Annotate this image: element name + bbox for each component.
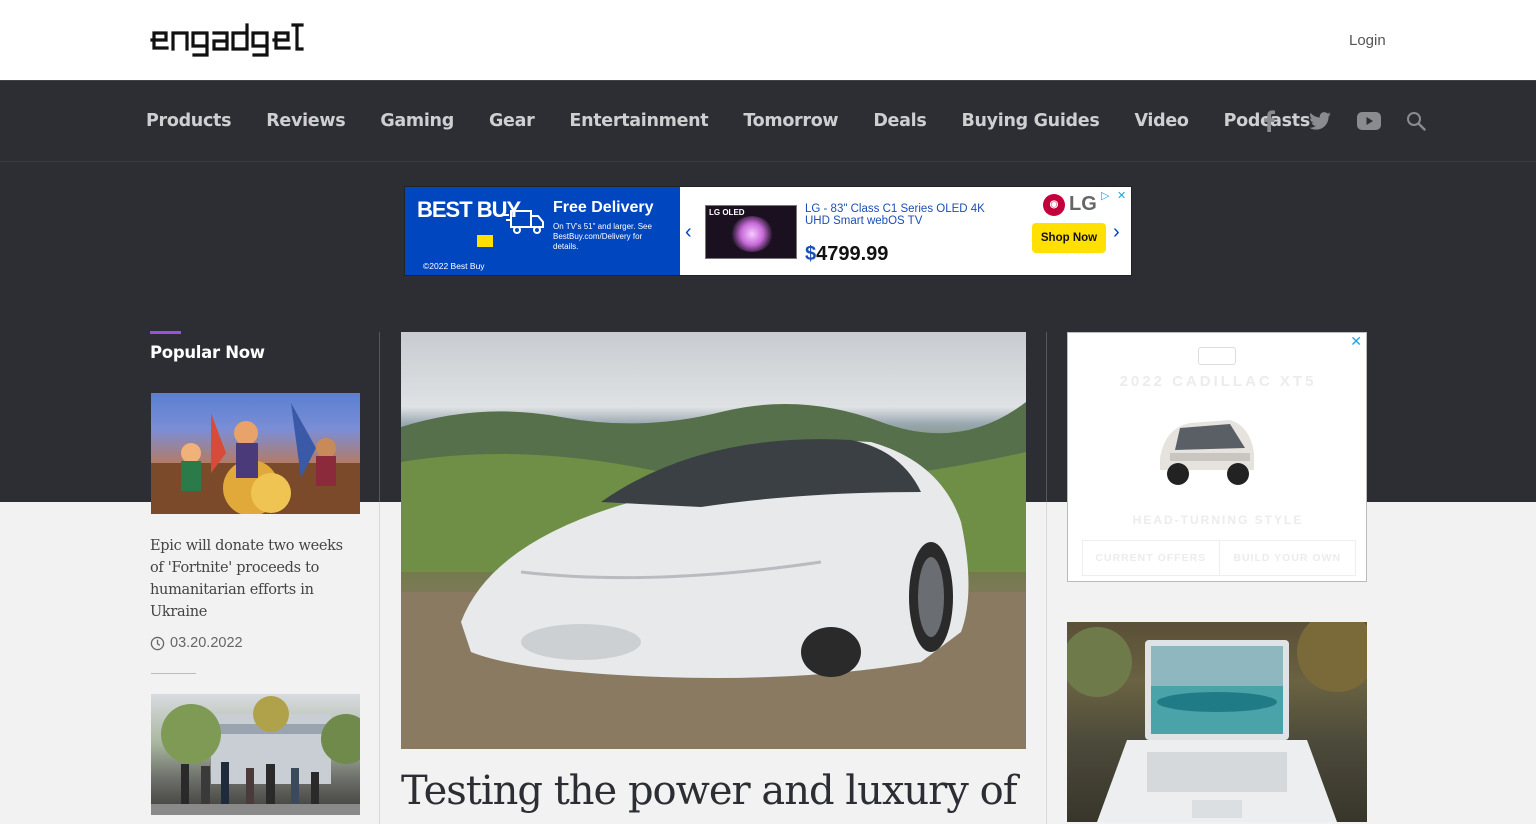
delivery-truck-icon — [504, 210, 544, 234]
cadillac-crest-icon — [1198, 347, 1236, 365]
login-link[interactable]: Login — [1349, 32, 1386, 49]
nav-item-reviews[interactable]: Reviews — [266, 111, 345, 131]
clock-icon — [150, 636, 165, 650]
sidebar-divider-lower — [379, 502, 380, 824]
facebook-icon[interactable] — [1262, 81, 1276, 161]
popular-story-title[interactable]: Epic will donate two weeks of 'Fortnite'… — [150, 535, 360, 623]
nav-item-gaming[interactable]: Gaming — [380, 111, 454, 131]
site-header: Login — [0, 0, 1536, 80]
twitter-icon[interactable] — [1309, 81, 1331, 161]
lg-circle-icon: ◉ — [1043, 193, 1065, 216]
build-your-own-button[interactable]: BUILD YOUR OWN — [1220, 541, 1356, 575]
laptop-thumbnail[interactable] — [1067, 622, 1367, 822]
chevron-left-icon[interactable]: ‹ — [685, 187, 692, 275]
cadillac-ad-title: 2022 CADILLAC XT5 — [1119, 373, 1317, 390]
popular-now-heading: Popular Now — [150, 343, 265, 362]
tv-badge: LG OLED — [709, 208, 745, 217]
cadillac-ad-tagline: HEAD-TURNING STYLE — [1132, 513, 1304, 527]
engadget-logo[interactable] — [150, 22, 304, 63]
ad-close-icon[interactable]: ✕ — [1117, 189, 1126, 202]
story-divider — [151, 673, 196, 674]
nav-item-products[interactable]: Products — [146, 111, 232, 131]
suv-image — [1160, 420, 1254, 485]
nav-item-entertainment[interactable]: Entertainment — [569, 111, 708, 131]
search-icon[interactable] — [1406, 81, 1426, 161]
popular-story-date: 03.20.2022 — [150, 635, 243, 651]
bestbuy-tag-icon — [477, 235, 493, 247]
youtube-icon[interactable] — [1357, 81, 1381, 161]
shop-now-button[interactable]: Shop Now — [1032, 223, 1106, 253]
tv-screen-glow — [731, 216, 773, 252]
nav-item-buying-guides[interactable]: Buying Guides — [961, 111, 1099, 131]
ad-subtext: On TV's 51" and larger. See BestBuy.com/… — [553, 222, 652, 251]
product-price: $4799.99 — [805, 243, 889, 265]
adchoices-icon[interactable]: ▷ — [1101, 189, 1109, 202]
nav-links: Products Reviews Gaming Gear Entertainme… — [146, 81, 1345, 161]
main-nav: Products Reviews Gaming Gear Entertainme… — [0, 80, 1536, 161]
bestbuy-panel: BEST BUY Free Delivery On TV's 51" and l… — [405, 187, 680, 275]
current-offers-button[interactable]: CURRENT OFFERS — [1083, 541, 1220, 575]
nav-item-deals[interactable]: Deals — [873, 111, 926, 131]
nav-item-gear[interactable]: Gear — [489, 111, 535, 131]
oled-tv-image: LG OLED — [705, 205, 797, 259]
product-name[interactable]: LG - 83" Class C1 Series OLED 4K UHD Sma… — [805, 203, 1005, 227]
hero-article-title[interactable]: Testing the power and luxury of — [401, 764, 1026, 818]
cadillac-ad-buttons: CURRENT OFFERS BUILD YOUR OWN — [1082, 540, 1356, 576]
nav-item-video[interactable]: Video — [1134, 111, 1188, 131]
bestbuy-banner-ad[interactable]: BEST BUY Free Delivery On TV's 51" and l… — [404, 186, 1132, 276]
ad-close-icon[interactable]: ✕ — [1350, 333, 1362, 350]
ad-copyright: ©2022 Best Buy — [423, 261, 485, 271]
lg-logo: ◉ LG — [1043, 193, 1097, 216]
fortnite-thumbnail[interactable] — [151, 393, 360, 514]
google-campus-thumbnail[interactable] — [151, 694, 360, 815]
ad-band: BEST BUY Free Delivery On TV's 51" and l… — [0, 161, 1536, 303]
nav-item-tomorrow[interactable]: Tomorrow — [743, 111, 838, 131]
cadillac-ad[interactable]: ✕ 2022 CADILLAC XT5 HEAD-TURNING STYLE C… — [1067, 332, 1367, 582]
section-accent-bar — [150, 331, 181, 334]
right-column-divider-lower — [1046, 502, 1047, 824]
hero-image[interactable] — [401, 332, 1026, 749]
ad-headline: Free Delivery — [553, 199, 654, 216]
right-column-divider — [1046, 332, 1047, 502]
